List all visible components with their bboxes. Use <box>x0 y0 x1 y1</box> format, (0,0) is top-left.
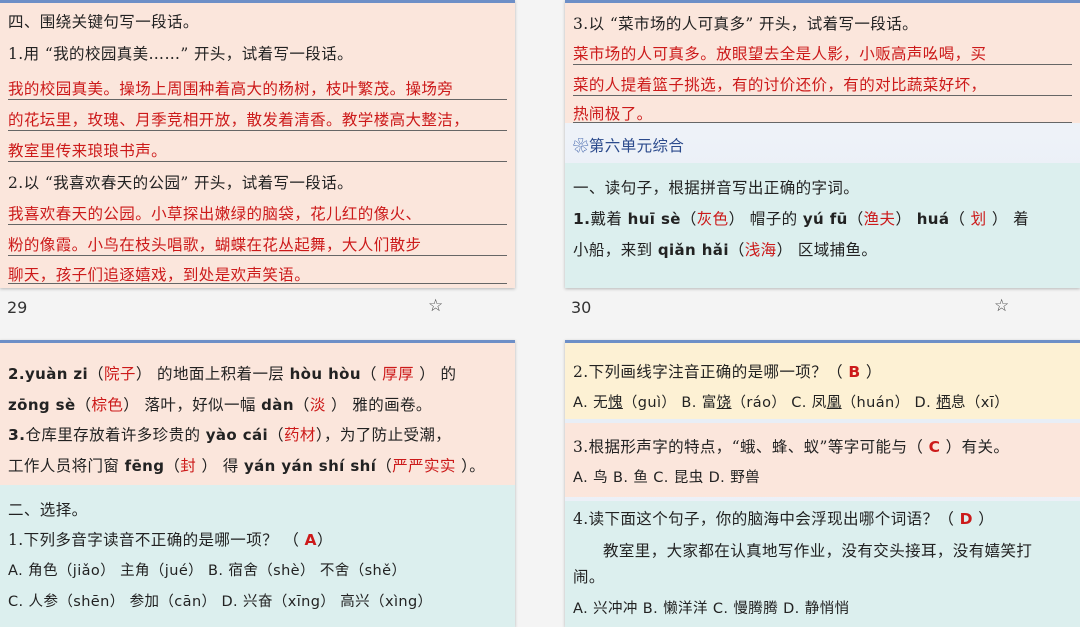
answer-line: 热闹极了。 <box>573 105 653 123</box>
answer-line: 的花坛里，玫瑰、月季竞相开放，散发着清香。教学楼高大整洁， <box>8 111 470 129</box>
answer-line: 菜的人提着篮子挑选，有的讨价还价，有的对比蔬菜好坏， <box>573 76 987 94</box>
slide-31[interactable]: 2.yuàn zi（院子） 的地面上积着一层 hòu hòu（ 厚厚 ） 的 z… <box>0 340 515 627</box>
answer-rule <box>8 255 507 256</box>
answer-line: 聊天，孩子们追逐嬉戏，到处是欢声笑语。 <box>8 266 311 284</box>
choice-1-prompt: 1.下列多音字读音不正确的是哪一项？ （ A） <box>8 531 333 549</box>
slide-29[interactable]: 四、围绕关键句写一段话。 1.用 “我的校园真美……” 开头，试着写一段话。 我… <box>0 0 515 288</box>
choice-1-options-ab: A. 角色（jiǎo） 主角（jué） B. 宿舍（shè） 不舍（shě） <box>8 563 407 579</box>
answer-line: 教室里传来琅琅书声。 <box>8 142 168 160</box>
question-2-prompt: 2.下列画线字注音正确的是哪一项？（ B ） <box>573 363 882 381</box>
answer-rule <box>573 64 1072 65</box>
question-3-prompt: 3.以 “菜市场的人可真多” 开头，试着写一段话。 <box>573 15 918 33</box>
question-4-sentence: 闹。 <box>573 568 605 586</box>
answer-rule <box>573 95 1072 96</box>
star-outline-icon[interactable]: ☆ <box>994 296 1009 316</box>
section-heading: 四、围绕关键句写一段话。 <box>8 13 199 31</box>
page-number: 30 <box>571 298 592 317</box>
star-outline-icon[interactable]: ☆ <box>428 296 443 316</box>
unit-title: ❀第六单元综合 <box>573 137 685 155</box>
slide-32[interactable]: 2.下列画线字注音正确的是哪一项？（ B ） A. 无愧（guì） B. 富饶（… <box>565 340 1080 627</box>
exercise-line-1: 1.戴着 huī sè（灰色） 帽子的 yú fū（渔夫） huá（ 划 ） 着 <box>573 210 1029 228</box>
question-2-line-1: 2.yuàn zi（院子） 的地面上积着一层 hòu hòu（ 厚厚 ） 的 <box>8 365 457 383</box>
answer-rule <box>8 161 507 162</box>
answer-rule <box>573 122 1072 123</box>
exercise-line-2: 小船，来到 qiǎn hǎi（浅海） 区域捕鱼。 <box>573 241 878 259</box>
question-3-options: A. 鸟 B. 鱼 C. 昆虫 D. 野兽 <box>573 470 761 486</box>
answer-rule <box>8 99 507 100</box>
question-2-line-2: zōng sè（棕色） 落叶，好似一幅 dàn（淡 ） 雅的画卷。 <box>8 396 432 414</box>
flower-icon: ❀ <box>573 137 589 155</box>
question-3-prompt: 3.根据形声字的特点，“蛾、蜂、蚁”等字可能与（ C ）有关。 <box>573 438 1010 456</box>
answer-rule <box>8 224 507 225</box>
question-3-line-2: 工作人员将门窗 fēng（封 ） 得 yán yán shí shí（严严实实 … <box>8 457 486 475</box>
page-number: 29 <box>7 298 28 317</box>
answer-rule <box>8 130 507 131</box>
question-3-line-1: 3.仓库里存放着许多珍贵的 yào cái（药材），为了防止受潮， <box>8 426 452 444</box>
choice-1-options-cd: C. 人参（shēn） 参加（cān） D. 兴奋（xīng） 高兴（xìng） <box>8 594 433 610</box>
answer-line: 我的校园真美。操场上周围种着高大的杨树，枝叶繁茂。操场旁 <box>8 80 454 98</box>
question-2-prompt: 2.以 “我喜欢春天的公园” 开头，试着写一段话。 <box>8 174 353 192</box>
answer-line: 菜市场的人可真多。放眼望去全是人影，小贩高声吆喝，买 <box>573 45 987 63</box>
slide-30[interactable]: 3.以 “菜市场的人可真多” 开头，试着写一段话。 菜市场的人可真多。放眼望去全… <box>565 0 1080 288</box>
answer-line: 我喜欢春天的公园。小草探出嫩绿的脑袋，花儿红的像火、 <box>8 205 422 223</box>
question-1-prompt: 1.用 “我的校园真美……” 开头，试着写一段话。 <box>8 45 353 63</box>
answer-rule <box>8 283 507 284</box>
question-4-prompt: 4.读下面这个句子，你的脑海中会浮现出哪个词语？（ D ） <box>573 510 995 528</box>
section-heading: 一、读句子，根据拼音写出正确的字词。 <box>573 179 860 197</box>
question-4-options: A. 兴冲冲 B. 懒洋洋 C. 慢腾腾 D. 静悄悄 <box>573 601 850 617</box>
question-4-sentence: 教室里，大家都在认真地写作业，没有交头接耳，没有嬉笑打 <box>603 542 1033 560</box>
section-heading: 二、选择。 <box>8 501 88 519</box>
answer-line: 粉的像霞。小鸟在枝头唱歌，蝴蝶在花丛起舞，大人们散步 <box>8 236 422 254</box>
question-2-options: A. 无愧（guì） B. 富饶（ráo） C. 凤凰（huán） D. 栖息（… <box>573 395 1010 411</box>
